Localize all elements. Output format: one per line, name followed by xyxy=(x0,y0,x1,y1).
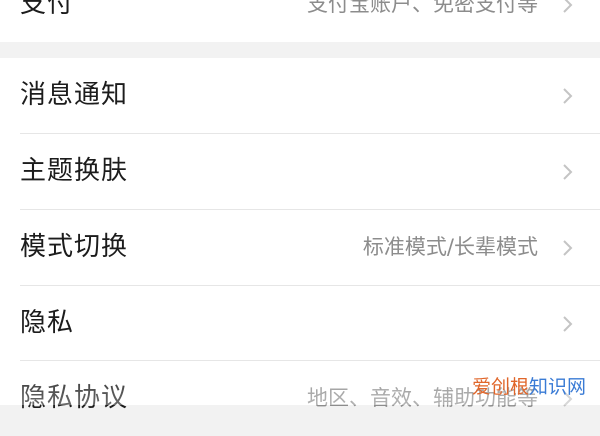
settings-row-label: 隐私 xyxy=(20,308,75,338)
settings-row-mode-switch[interactable]: 模式切换 标准模式/长辈模式 xyxy=(0,210,600,285)
settings-row-notifications[interactable]: 消息通知 xyxy=(0,58,600,133)
settings-row-payment[interactable]: 支付 支付宝账户、免密支付等 xyxy=(0,0,600,42)
settings-row-privacy[interactable]: 隐私 xyxy=(0,286,600,361)
settings-row-value: 标准模式/长辈模式 xyxy=(362,235,538,259)
watermark-text: 知识网 xyxy=(528,376,586,398)
settings-row-label: 主题换肤 xyxy=(20,156,129,186)
settings-card-payment: 支付 支付宝账户、免密支付等 xyxy=(0,0,600,42)
settings-row-label: 支付 xyxy=(20,0,75,19)
settings-row-label: 隐私协议 xyxy=(20,383,129,413)
settings-row-theme[interactable]: 主题换肤 xyxy=(0,134,600,209)
settings-row-value: 支付宝账户、免密支付等 xyxy=(307,0,538,16)
chevron-right-icon xyxy=(562,87,574,105)
site-watermark: 爱创根知识网 xyxy=(472,372,586,399)
chevron-right-icon xyxy=(562,239,574,257)
settings-card-main: 消息通知 主题换肤 模式切换 标准模式/长辈模式 隐私 隐私协议 地区、音效、辅… xyxy=(0,58,600,413)
chevron-right-icon xyxy=(562,163,574,181)
settings-row-label: 消息通知 xyxy=(20,80,129,110)
chevron-right-icon xyxy=(562,0,574,14)
watermark-text: 爱创根 xyxy=(471,376,529,398)
chevron-right-icon xyxy=(562,315,574,333)
settings-row-label: 模式切换 xyxy=(20,232,129,262)
